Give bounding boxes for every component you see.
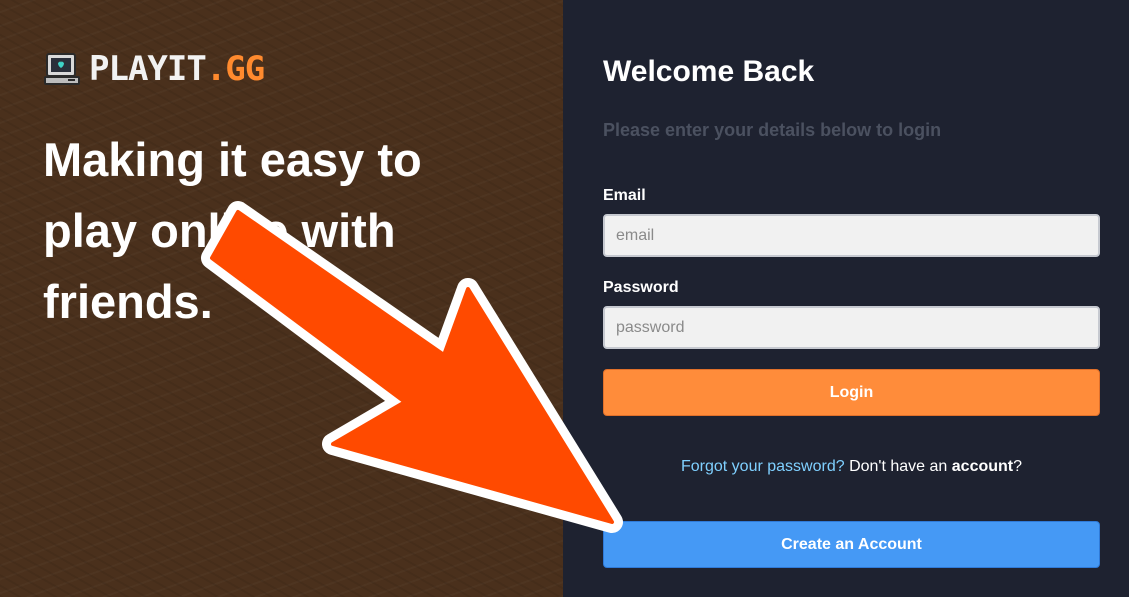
retro-computer-icon: [44, 53, 80, 85]
no-account-suffix: ?: [1013, 458, 1023, 475]
account-links: Forgot your password? Don't have an acco…: [603, 458, 1100, 476]
brand-wordmark-accent: .GG: [205, 49, 265, 89]
no-account-bold: account: [951, 458, 1014, 475]
login-button[interactable]: Login: [603, 369, 1100, 416]
password-field[interactable]: [603, 306, 1100, 349]
email-field[interactable]: [603, 214, 1100, 257]
create-account-button[interactable]: Create an Account: [603, 521, 1100, 568]
no-account-text: Don't have an: [849, 458, 948, 475]
hero-tagline: Making it easy to play online with frien…: [43, 133, 422, 328]
brand-wordmark: PLAYIT.GG: [89, 49, 265, 89]
page-subtitle: Please enter your details below to login: [603, 120, 942, 140]
login-panel: Welcome Back Please enter your details b…: [563, 0, 1129, 597]
password-label: Password: [603, 279, 679, 296]
email-label: Email: [603, 187, 646, 204]
hero-panel: PLAYIT.GG Making it easy to play online …: [0, 0, 563, 597]
forgot-password-link[interactable]: Forgot your password?: [681, 458, 845, 475]
brand-logo[interactable]: PLAYIT.GG: [44, 49, 265, 89]
page-title: Welcome Back: [603, 55, 815, 88]
